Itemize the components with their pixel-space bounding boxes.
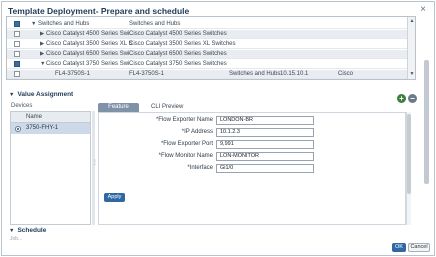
device-tree-name: FL4-3750S-1 [55, 71, 91, 77]
device-family: Cisco Catalyst 6500 Series Switches [129, 51, 227, 57]
row-checkbox[interactable] [14, 41, 20, 47]
collapse-triangle-icon: ▼ [9, 92, 15, 98]
form-scroll-thumb[interactable] [407, 114, 411, 194]
devices-label: Devices [11, 103, 33, 109]
device-row-selected[interactable]: 3750-FHY-1 [11, 123, 90, 134]
dialog-title: Template Deployment- Prepare and schedul… [8, 6, 190, 16]
device-family: Switches and Hubs [129, 21, 181, 27]
devices-list-header: Name [11, 112, 90, 123]
scroll-down-icon[interactable]: ▼ [409, 71, 415, 78]
dialog-scroll-thumb[interactable] [424, 60, 429, 184]
field-input[interactable]: 9,991 [216, 140, 314, 149]
ok-button[interactable]: OK [392, 243, 406, 252]
dialog-scrollbar[interactable] [424, 16, 430, 226]
panel-splitter[interactable]: ⋮ [92, 111, 98, 225]
device-ip: 10.15.10.1 [280, 71, 309, 77]
form-scrollbar[interactable] [406, 112, 411, 225]
field-label: *Flow Exporter Port [160, 141, 213, 147]
tab-feature[interactable]: Feature [98, 103, 139, 112]
device-tree-row[interactable]: ▶ Cisco Catalyst 3500 Series XL S Cisco Ca… [7, 40, 409, 49]
scroll-up-icon[interactable]: ▲ [409, 18, 415, 25]
field-input[interactable]: LONDON-BR [216, 116, 314, 125]
value-assignment-header[interactable]: ▼ Value Assignment [9, 91, 73, 98]
device-tree-row[interactable]: ▶ Cisco Catalyst 4500 Series Swi Cisco Cat… [7, 30, 409, 39]
device-vendor: Cisco [338, 71, 354, 77]
device-tree-row[interactable]: FL4-3750S-1 FL4-3750S-1 Switches and Hubs 1… [7, 70, 409, 79]
device-tree-row[interactable]: ▼ Cisco Catalyst 3750 Series Swi Cisco Cat… [7, 60, 409, 69]
device-tree-row[interactable]: ▼ Switches and Hubs Switches and Hubs [7, 20, 409, 29]
close-icon[interactable]: × [418, 5, 428, 15]
field-input[interactable]: Gi1/0 [216, 164, 314, 173]
device-table-scrollbar[interactable]: ▲ ▼ [407, 17, 415, 79]
template-deployment-dialog: Template Deployment- Prepare and schedul… [1, 1, 435, 256]
expand-right-icon[interactable]: ▶ [40, 50, 44, 59]
expand-down-icon[interactable]: ▼ [40, 60, 45, 69]
field-input[interactable]: LON-MONITOR [216, 152, 314, 161]
device-family: Cisco Catalyst 4500 Series Switches [129, 31, 227, 37]
schedule-hint: Job... [10, 236, 23, 242]
row-checkbox[interactable] [14, 21, 20, 27]
collapse-triangle-icon: ▼ [9, 228, 15, 234]
add-icon[interactable]: + [397, 94, 406, 103]
field-label: *IP Address [181, 129, 213, 135]
devices-list: Name 3750-FHY-1 [10, 111, 91, 225]
cancel-button[interactable]: Cancel [408, 243, 430, 252]
device-tree-name: Cisco Catalyst 4500 Series Swi [46, 31, 130, 37]
row-checkbox[interactable] [14, 51, 20, 57]
row-checkbox[interactable] [14, 71, 20, 77]
feature-form: *Flow Exporter Name LONDON-BR *IP Address 1… [98, 112, 406, 225]
device-tree-name: Cisco Catalyst 3750 Series Swi [46, 61, 130, 67]
field-label: *Interface [187, 165, 213, 171]
expand-down-icon[interactable]: ▼ [31, 20, 36, 29]
device-tree-row[interactable]: ▶ Cisco Catalyst 6500 Series Swi Cisco Cat… [7, 50, 409, 59]
field-label: *Flow Monitor Name [158, 153, 213, 159]
apply-button[interactable]: Apply [104, 193, 125, 202]
device-selection-table: ▼ Switches and Hubs Switches and Hubs ▶ Cisc… [6, 16, 416, 80]
expand-right-icon[interactable]: ▶ [40, 40, 44, 49]
device-family: FL4-3750S-1 [129, 71, 165, 77]
row-checkbox[interactable] [14, 31, 20, 37]
tab-cli-preview[interactable]: CLI Preview [145, 103, 189, 112]
remove-icon[interactable]: − [408, 94, 417, 103]
field-input[interactable]: 10.1.2.3 [216, 128, 314, 137]
device-radio[interactable] [15, 126, 21, 132]
device-tree-name: Cisco Catalyst 3500 Series XL S [46, 41, 133, 47]
row-checkbox[interactable] [14, 61, 20, 67]
device-category: Switches and Hubs [229, 71, 281, 77]
device-family: Cisco Catalyst 3750 Series Switches [129, 61, 227, 67]
field-label: *Flow Exporter Name [155, 117, 213, 123]
device-tree-name: Cisco Catalyst 6500 Series Swi [46, 51, 130, 57]
device-name: 3750-FHY-1 [26, 125, 59, 131]
device-family: Cisco Catalyst 3500 Series XL Switches [129, 41, 236, 47]
schedule-header[interactable]: ▼ Schedule [9, 227, 46, 234]
device-tree-name: Switches and Hubs [38, 21, 90, 27]
expand-right-icon[interactable]: ▶ [40, 30, 44, 39]
